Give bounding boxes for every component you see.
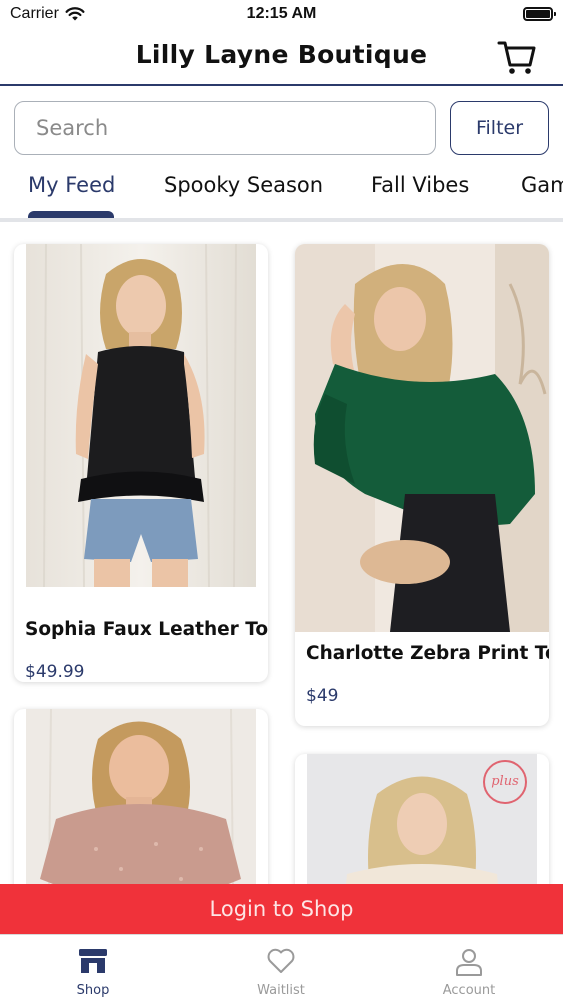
- page-title: Lilly Layne Boutique: [135, 40, 428, 69]
- product-name: Sophia Faux Leather Top: [25, 619, 268, 640]
- battery-icon: [523, 7, 556, 21]
- status-bar: Carrier 12:15 AM: [0, 0, 563, 30]
- bottom-nav: Shop Waitlist Account: [0, 934, 563, 1000]
- status-time: 12:15 AM: [246, 5, 317, 22]
- product-name: Charlotte Zebra Print Top: [306, 643, 549, 664]
- nav-waitlist-label: Waitlist: [257, 983, 305, 998]
- nav-waitlist[interactable]: Waitlist: [216, 935, 346, 1000]
- nav-account-label: Account: [442, 983, 496, 998]
- tab-fall-vibes[interactable]: Fall Vibes: [371, 173, 469, 197]
- tab-game-day[interactable]: Gam: [521, 173, 563, 197]
- product-card[interactable]: Sophia Faux Leather Top $49.99: [14, 244, 268, 682]
- nav-account[interactable]: Account: [404, 935, 534, 1000]
- heart-icon: [267, 948, 295, 973]
- filter-button[interactable]: Filter: [450, 101, 549, 155]
- category-tabs: My Feed Spooky Season Fall Vibes Gam: [0, 165, 563, 221]
- nav-shop-label: Shop: [76, 983, 110, 998]
- tab-my-feed[interactable]: My Feed: [28, 173, 115, 197]
- product-image: [295, 244, 549, 632]
- product-price: $49: [306, 686, 339, 706]
- cart-icon: [497, 41, 536, 74]
- product-card[interactable]: Charlotte Zebra Print Top $49: [295, 244, 549, 726]
- product-image: [26, 244, 256, 587]
- cart-button[interactable]: [497, 38, 537, 78]
- search-input[interactable]: [14, 101, 436, 155]
- tab-spooky-season[interactable]: Spooky Season: [164, 173, 323, 197]
- plus-size-badge: plus: [483, 760, 527, 804]
- login-to-shop-button[interactable]: Login to Shop: [0, 884, 563, 934]
- product-price: $49.99: [25, 662, 85, 682]
- nav-shop[interactable]: Shop: [28, 935, 158, 1000]
- plus-badge-label: plus: [491, 774, 519, 789]
- store-icon: [79, 949, 107, 973]
- app-header: Lilly Layne Boutique: [0, 30, 563, 86]
- person-icon: [456, 949, 482, 976]
- product-feed[interactable]: Sophia Faux Leather Top $49.99 Charlotte…: [0, 222, 563, 934]
